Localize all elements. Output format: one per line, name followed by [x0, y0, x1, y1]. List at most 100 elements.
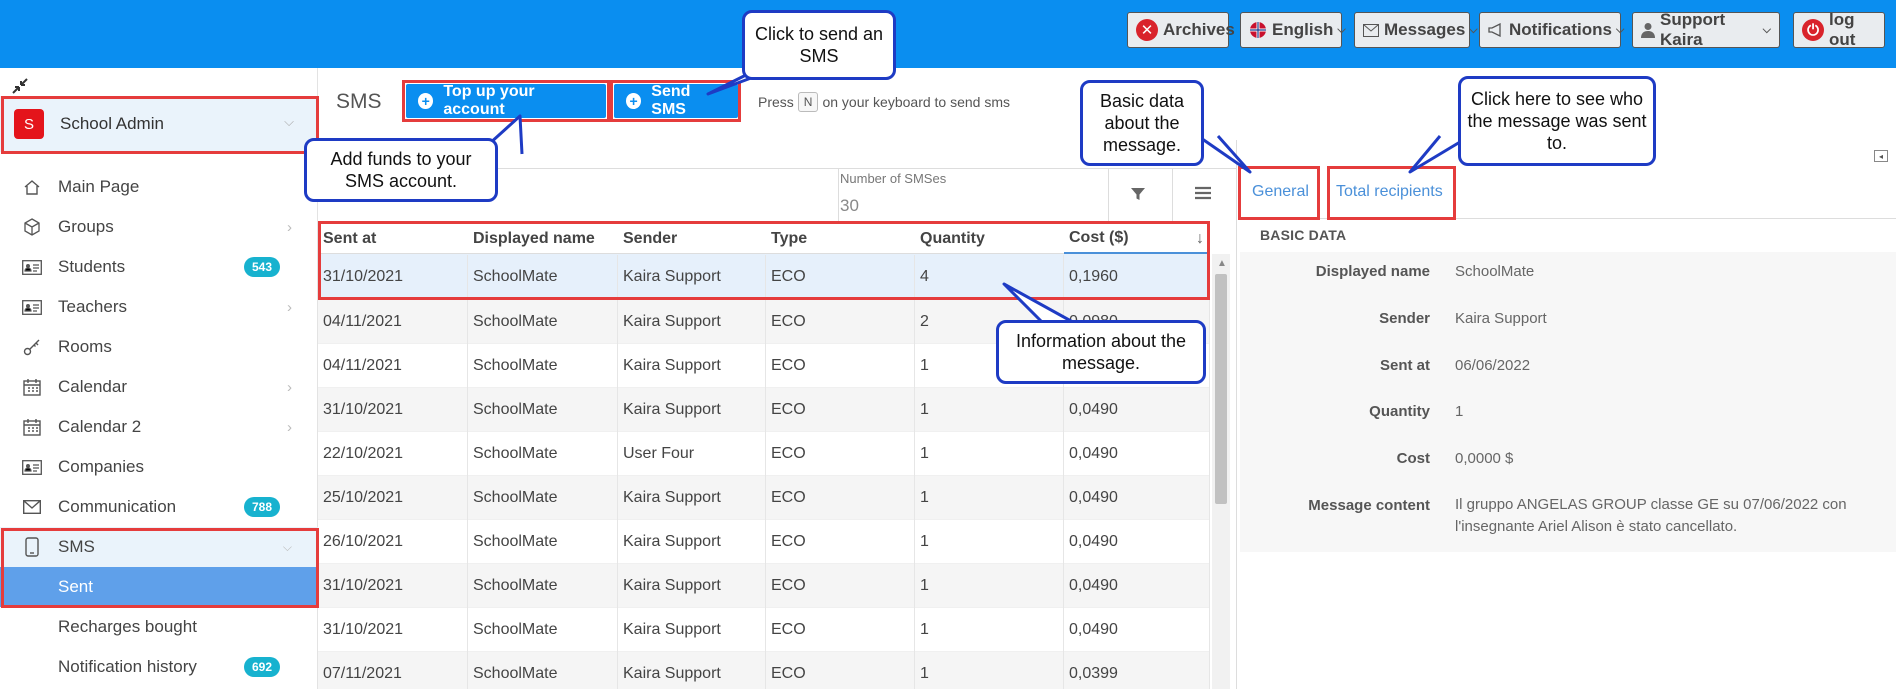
user-icon [1641, 22, 1655, 38]
sidebar-item-label: Companies [58, 457, 144, 476]
quantity-cell: 1 [915, 651, 1064, 689]
panel-toggle-icon[interactable]: ◂ [1874, 150, 1888, 162]
chevron-down-icon: ⌵ [1337, 23, 1346, 36]
box-icon [22, 217, 42, 237]
table-row[interactable]: 31/10/2021 SchoolMate Kaira Support ECO 1 0,0… [318, 563, 1210, 608]
sender-cell: Kaira Support [618, 343, 766, 388]
displayed-name-cell: SchoolMate [468, 343, 618, 388]
field-value: SchoolMate [1455, 263, 1535, 280]
quantity-cell: 1 [915, 387, 1064, 432]
table-row[interactable]: 07/11/2021 SchoolMate Kaira Support ECO 1 0,0… [318, 651, 1210, 689]
column-header-cost[interactable]: Cost ($) ↓ [1064, 224, 1210, 254]
quantity-cell: 1 [915, 519, 1064, 564]
sidebar-item-label: SMS [58, 537, 95, 556]
id-card-icon [22, 297, 42, 317]
sent-at-cell: 26/10/2021 [318, 519, 468, 564]
sidebar-item-teachers[interactable]: Teachers › [0, 287, 318, 327]
table-scrollbar[interactable]: ▲ [1212, 254, 1230, 689]
sort-down-icon[interactable]: ↓ [1196, 230, 1204, 248]
tab-general[interactable]: General [1252, 183, 1309, 201]
menu-icon[interactable] [1194, 185, 1212, 205]
sidebar-item-groups[interactable]: Groups › [0, 207, 318, 247]
displayed-name-cell: SchoolMate [468, 475, 618, 520]
type-cell: ECO [766, 254, 915, 299]
counter-value: 30 [840, 196, 859, 215]
scroll-up-icon[interactable]: ▲ [1217, 258, 1227, 269]
school-name: School Admin [60, 114, 164, 133]
user-dropdown[interactable]: Support Kaira ⌵ [1632, 10, 1780, 49]
sidebar-item-rooms[interactable]: Rooms [0, 327, 318, 367]
top-up-button[interactable]: + Top up your account [406, 83, 606, 118]
table-row[interactable]: 31/10/2021 SchoolMate Kaira Support ECO 4 0,1… [318, 254, 1210, 300]
table-row[interactable]: 22/10/2021 SchoolMate User Four ECO 1 0,0490 [318, 431, 1210, 476]
tab-total-recipients[interactable]: Total recipients [1336, 183, 1443, 201]
quantity-cell: 4 [915, 254, 1064, 299]
school-selector[interactable]: S School Admin ⌵ [0, 96, 318, 152]
sidebar-item-students[interactable]: Students 543 [0, 247, 318, 287]
key-icon [22, 337, 42, 357]
field-value: Kaira Support [1455, 310, 1547, 327]
cost-cell: 0,1960 [1064, 254, 1210, 299]
field-label: Displayed name [1315, 263, 1430, 280]
count-badge: 543 [243, 257, 280, 277]
messages-dropdown[interactable]: Messages ⌵ [1354, 12, 1478, 48]
sidebar-item-companies[interactable]: Companies [0, 447, 318, 487]
scrollbar-thumb[interactable] [1215, 274, 1227, 504]
table-row[interactable]: 31/10/2021 SchoolMate Kaira Support ECO 1 0,0… [318, 387, 1210, 432]
table-row[interactable]: 31/10/2021 SchoolMate Kaira Support ECO 1 0,0… [318, 607, 1210, 652]
close-circle-icon: ✕ [1136, 19, 1158, 41]
language-dropdown[interactable]: English ⌵ [1240, 12, 1346, 48]
archives-button[interactable]: ✕ Archives [1127, 12, 1235, 48]
field-label: Quantity [1369, 403, 1430, 420]
table-row[interactable]: 25/10/2021 SchoolMate Kaira Support ECO 1 0,0… [318, 475, 1210, 520]
sent-at-cell: 31/10/2021 [318, 607, 468, 652]
cost-cell: 0,0490 [1064, 387, 1210, 432]
notifications-dropdown[interactable]: Notifications ⌵ [1479, 12, 1624, 48]
displayed-name-cell: SchoolMate [468, 519, 618, 564]
sidebar-item-calendar-2[interactable]: Calendar 2 › [0, 407, 318, 447]
logout-button[interactable]: ⏻ log out [1793, 10, 1885, 49]
sidebar-item-recharges-bought[interactable]: Recharges bought [0, 607, 318, 647]
column-header-type[interactable]: Type [766, 224, 915, 254]
table-row[interactable]: 26/10/2021 SchoolMate Kaira Support ECO 1 0,0… [318, 519, 1210, 564]
cost-cell: 0,0490 [1064, 519, 1210, 564]
sidebar-item-main-page[interactable]: Main Page [0, 167, 318, 207]
sidebar-item-communication[interactable]: Communication 788 [0, 487, 318, 527]
type-cell: ECO [766, 563, 915, 608]
sidebar-item-label: Communication [58, 497, 177, 516]
column-header-label: Cost ($) [1069, 229, 1129, 246]
filter-icon[interactable] [1130, 186, 1146, 206]
chevron-right-icon: › [287, 378, 292, 396]
envelope-icon [22, 497, 42, 517]
callout-send-sms: Click to send an SMS [742, 10, 896, 80]
sidebar-item-calendar[interactable]: Calendar › [0, 367, 318, 407]
displayed-name-cell: SchoolMate [468, 254, 618, 299]
sender-cell: User Four [618, 431, 766, 476]
type-cell: ECO [766, 607, 915, 652]
field-value: 0,0000 $ [1455, 450, 1514, 467]
language-label: English [1272, 20, 1334, 39]
sender-cell: Kaira Support [618, 563, 766, 608]
column-header-sender[interactable]: Sender [618, 224, 766, 254]
sidebar-item-label: Calendar [58, 377, 127, 396]
sidebar-item-notification-history[interactable]: Notification history 692 [0, 647, 318, 687]
sender-cell: Kaira Support [618, 387, 766, 432]
sender-cell: Kaira Support [618, 607, 766, 652]
column-header-displayed-name[interactable]: Displayed name [468, 224, 618, 254]
send-sms-label: Send SMS [651, 83, 691, 118]
cost-cell: 0,0490 [1064, 475, 1210, 520]
sidebar-item-label: Calendar 2 [58, 417, 142, 436]
hint-text: Press [758, 94, 794, 110]
sent-at-cell: 31/10/2021 [318, 563, 468, 608]
sidebar-item-label: Notification history [58, 657, 197, 676]
sidebar-item-label: Rooms [58, 337, 112, 356]
send-sms-button[interactable]: + Send SMS [614, 83, 738, 118]
column-header-sent-at[interactable]: Sent at [318, 224, 468, 254]
sidebar-item-sms[interactable]: SMS ⌵ [0, 527, 318, 567]
column-header-quantity[interactable]: Quantity [915, 224, 1064, 254]
archives-label: Archives [1163, 20, 1235, 39]
sidebar-item-sent[interactable]: Sent [0, 567, 318, 607]
plus-circle-icon: + [626, 93, 642, 109]
keyboard-hint: Press N on your keyboard to send sms [758, 92, 1010, 112]
id-card-icon [22, 457, 42, 477]
